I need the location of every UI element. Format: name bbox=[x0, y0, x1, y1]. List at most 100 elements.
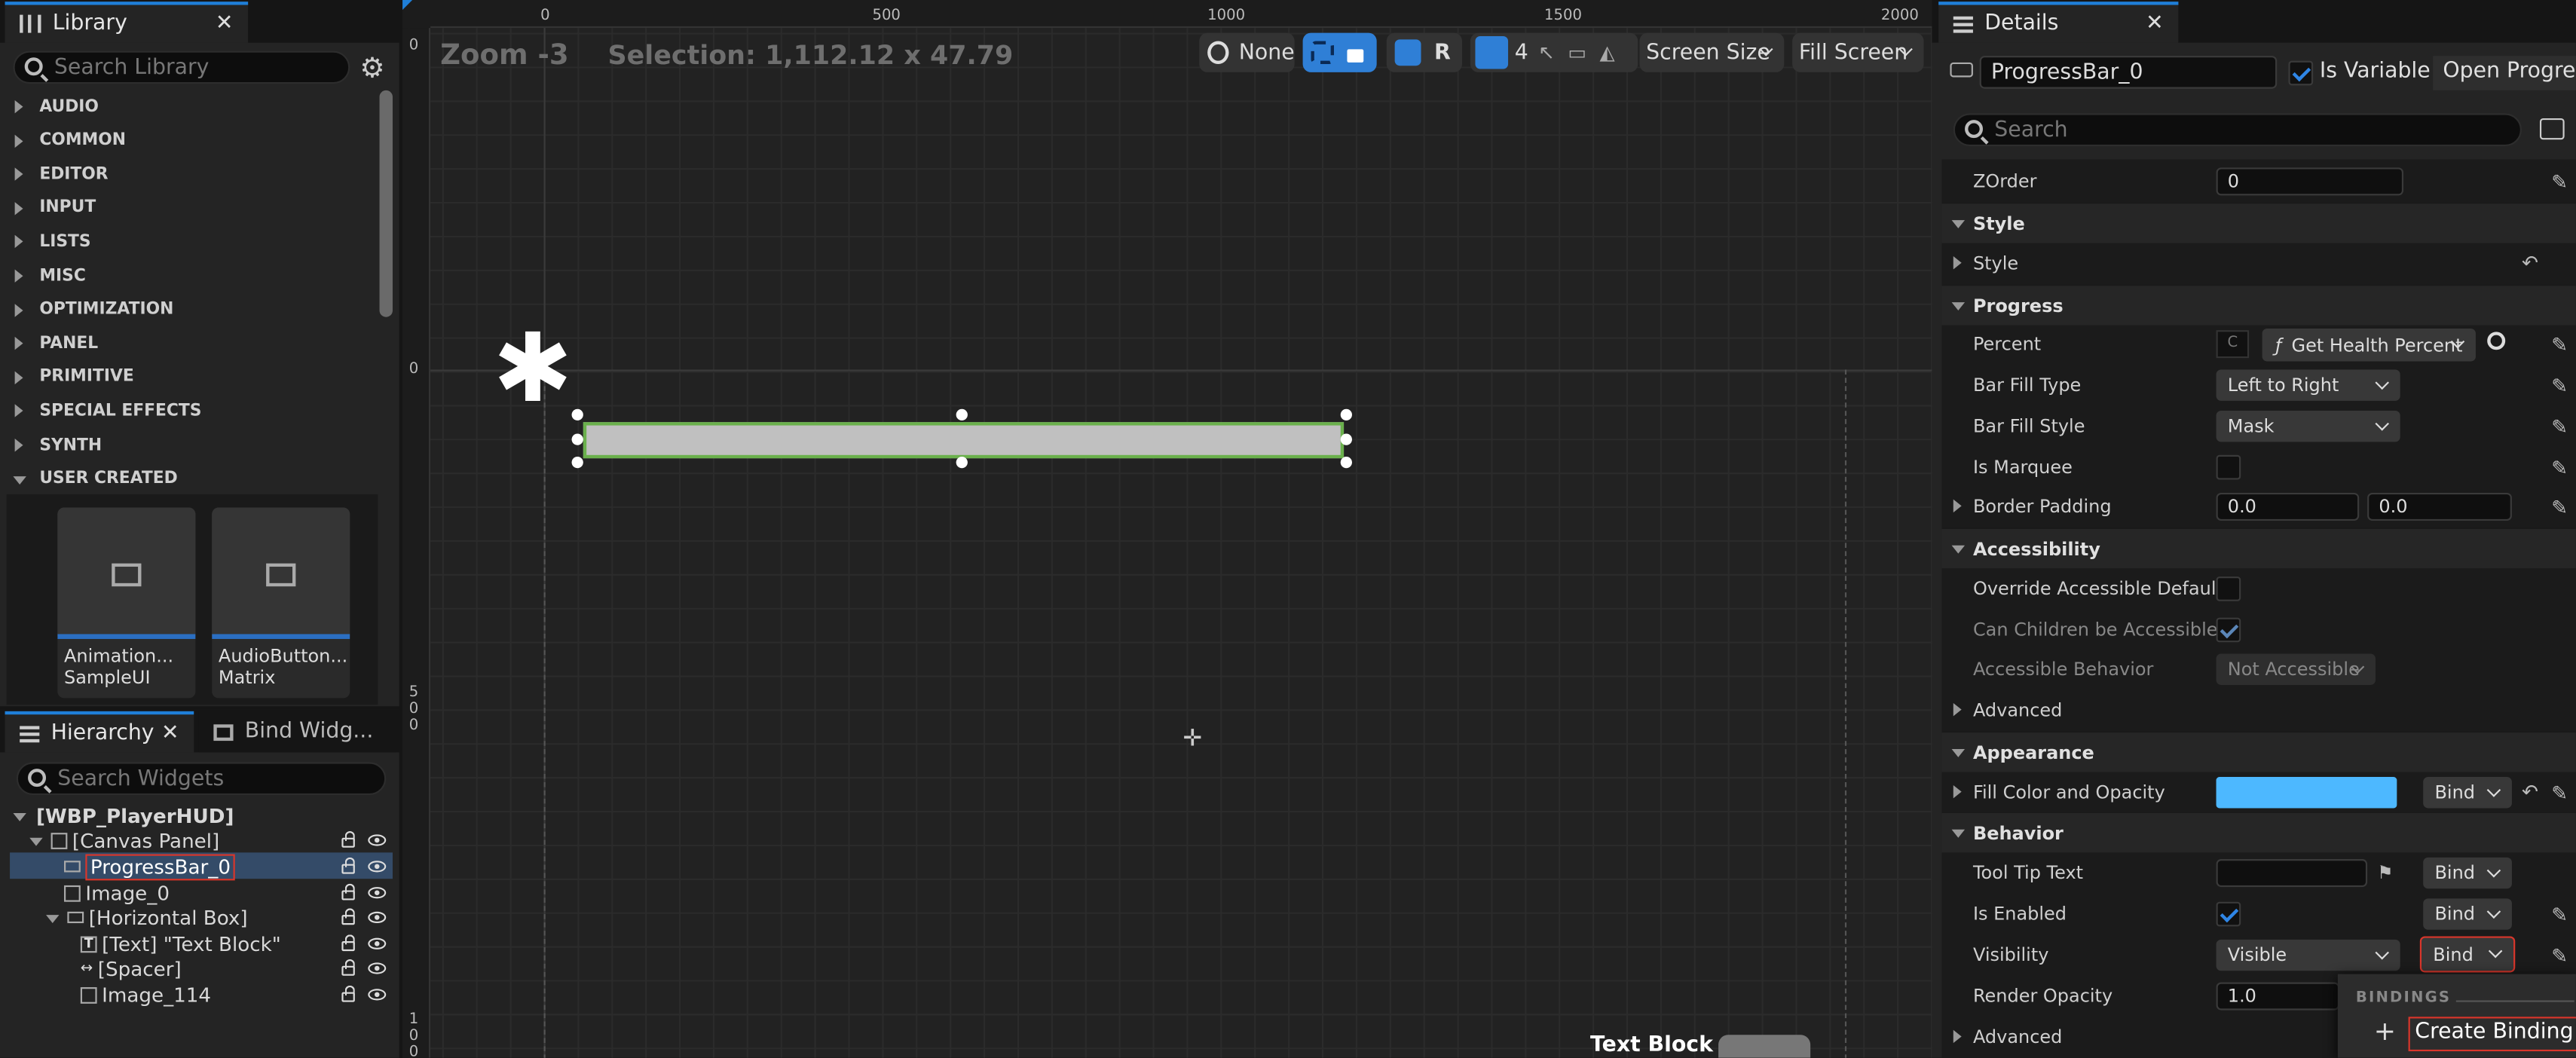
expand-arrow-icon[interactable] bbox=[1953, 1029, 1962, 1044]
lock-icon[interactable] bbox=[341, 985, 355, 1002]
hierarchy-item-text[interactable]: T [Text] "Text Block" bbox=[0, 931, 394, 956]
resize-handle[interactable] bbox=[1340, 433, 1352, 445]
image-widget[interactable] bbox=[1718, 1035, 1811, 1058]
hierarchy-item-spacer[interactable]: ↔ [Spacer] bbox=[0, 956, 394, 981]
library-category[interactable]: AUDIO bbox=[0, 90, 378, 124]
screen-size-dropdown[interactable]: Screen Size bbox=[1639, 32, 1785, 72]
details-search-input[interactable]: Search bbox=[1953, 113, 2522, 147]
close-icon[interactable]: ✕ bbox=[2146, 11, 2164, 36]
resize-handle[interactable] bbox=[956, 408, 968, 421]
bind-dropdown[interactable]: Bind bbox=[2423, 777, 2512, 809]
hierarchy-item-root[interactable]: [WBP_PlayerHUD] bbox=[0, 803, 394, 828]
library-category[interactable]: MISC bbox=[0, 259, 378, 292]
marquee-select-icon[interactable] bbox=[1311, 41, 1334, 65]
close-icon[interactable]: ✕ bbox=[161, 721, 179, 746]
details-tab[interactable]: Details ✕ bbox=[1938, 2, 2179, 43]
hierarchy-item-progressbar[interactable]: ProgressBar_0 bbox=[0, 853, 394, 880]
expand-arrow-icon[interactable] bbox=[1953, 499, 1962, 513]
bind-property-icon[interactable]: ✎ bbox=[2551, 782, 2571, 806]
progress-bar-widget[interactable] bbox=[583, 422, 1345, 459]
gear-icon[interactable]: ⚙ bbox=[359, 53, 384, 86]
text-block-widget[interactable]: Text Block bbox=[1590, 1033, 1713, 1058]
eye-icon[interactable] bbox=[368, 834, 387, 846]
eye-icon[interactable] bbox=[368, 887, 387, 899]
resize-handle[interactable] bbox=[571, 433, 583, 445]
percent-binding-dropdown[interactable]: ƒ Get Health Percent bbox=[2262, 328, 2476, 362]
lock-icon[interactable] bbox=[341, 934, 355, 952]
expand-arrow-icon[interactable] bbox=[29, 837, 43, 846]
flag-icon[interactable]: ⚑ bbox=[2377, 862, 2394, 883]
visibility-dropdown[interactable]: Visible bbox=[2216, 939, 2400, 971]
zorder-input[interactable]: 0 bbox=[2216, 167, 2404, 196]
percent-value-field[interactable]: C bbox=[2216, 330, 2250, 359]
style-row[interactable]: Style ↶ bbox=[1942, 243, 2576, 284]
resize-handle[interactable] bbox=[1340, 456, 1352, 469]
library-category[interactable]: INPUT bbox=[0, 192, 378, 225]
eye-icon[interactable] bbox=[368, 861, 387, 873]
expand-arrow-icon[interactable] bbox=[1953, 256, 1962, 270]
bind-property-icon[interactable]: ✎ bbox=[2551, 171, 2571, 194]
library-category[interactable]: OPTIMIZATION bbox=[0, 293, 378, 326]
anchor-icon[interactable]: ✱ bbox=[493, 320, 573, 415]
bind-dropdown[interactable]: Bind bbox=[2423, 857, 2512, 889]
fill-screen-dropdown[interactable]: Fill Screen bbox=[1792, 32, 1924, 72]
library-category[interactable]: COMMON bbox=[0, 124, 378, 157]
layout-icon[interactable] bbox=[1394, 39, 1421, 66]
bind-property-icon[interactable]: ✎ bbox=[2551, 457, 2571, 480]
snap-toggle-group[interactable] bbox=[1302, 32, 1377, 72]
pointer-icon[interactable]: ↖ bbox=[1538, 41, 1555, 64]
triangle-icon[interactable]: ◭ bbox=[1599, 41, 1614, 64]
property-matrix-icon[interactable] bbox=[2539, 118, 2565, 140]
is-variable-checkbox[interactable] bbox=[2288, 60, 2314, 86]
resize-handle[interactable] bbox=[571, 456, 583, 469]
respect-locks-group[interactable]: R bbox=[1386, 32, 1463, 72]
grid-icon[interactable] bbox=[1475, 35, 1509, 69]
hierarchy-item-horizontal-box[interactable]: [Horizontal Box] bbox=[0, 905, 394, 930]
bind-property-icon[interactable]: ✎ bbox=[2551, 496, 2571, 519]
eye-icon[interactable] bbox=[368, 911, 387, 924]
bind-property-icon[interactable]: ✎ bbox=[2551, 904, 2571, 927]
eye-icon[interactable] bbox=[368, 962, 387, 974]
library-tab[interactable]: Library ✕ bbox=[5, 2, 249, 43]
library-category[interactable]: EDITOR bbox=[0, 158, 378, 191]
expand-arrow-icon[interactable] bbox=[1953, 702, 1962, 717]
bar-fill-style-dropdown[interactable]: Mask bbox=[2216, 410, 2400, 442]
bind-property-icon[interactable]: ✎ bbox=[2551, 415, 2571, 439]
library-category[interactable]: PRIMITIVE bbox=[0, 361, 378, 394]
image-mode-icon[interactable]: ▭ bbox=[1568, 41, 1586, 64]
progress-section-header[interactable]: Progress bbox=[1941, 284, 2576, 326]
lock-icon[interactable] bbox=[1347, 49, 1364, 63]
expand-arrow-icon[interactable] bbox=[13, 813, 26, 821]
hierarchy-search-input[interactable]: Search Widgets bbox=[16, 762, 387, 796]
library-scrollbar[interactable] bbox=[379, 90, 393, 317]
hierarchy-item-image[interactable]: Image_0 bbox=[0, 880, 394, 905]
bind-property-icon[interactable]: ✎ bbox=[2551, 944, 2571, 968]
expand-arrow-icon[interactable] bbox=[46, 915, 60, 924]
localization-none-button[interactable]: None bbox=[1199, 32, 1295, 72]
is-enabled-checkbox[interactable] bbox=[2216, 901, 2241, 927]
bind-property-icon[interactable]: ✎ bbox=[2551, 333, 2571, 356]
lock-icon[interactable] bbox=[341, 830, 355, 848]
grid-snap-group[interactable]: 4 ↖ ▭ ◭ bbox=[1470, 32, 1638, 72]
override-accessible-checkbox[interactable] bbox=[2216, 576, 2241, 601]
resize-handle[interactable] bbox=[1340, 408, 1352, 421]
resize-handle[interactable] bbox=[956, 456, 968, 469]
lock-icon[interactable] bbox=[341, 857, 355, 874]
visibility-bind-dropdown[interactable]: Bind bbox=[2419, 936, 2516, 973]
reset-arrow-icon[interactable]: ↶ bbox=[2522, 780, 2541, 803]
reset-arrow-icon[interactable]: ↶ bbox=[2522, 252, 2541, 275]
hierarchy-item-canvas-panel[interactable]: [Canvas Panel] bbox=[0, 828, 394, 853]
expand-arrow-icon[interactable] bbox=[1953, 784, 1962, 799]
is-marquee-checkbox[interactable] bbox=[2216, 454, 2241, 480]
lock-icon[interactable] bbox=[341, 883, 355, 901]
library-category[interactable]: SYNTH bbox=[0, 429, 378, 462]
fill-color-swatch[interactable] bbox=[2216, 777, 2397, 809]
open-progress-button[interactable]: Open Progress bbox=[2433, 56, 2576, 90]
eye-icon[interactable] bbox=[368, 989, 387, 1001]
bind-widgets-tab[interactable]: Bind Widg... bbox=[198, 711, 396, 753]
tooltip-input[interactable] bbox=[2216, 859, 2368, 888]
library-category[interactable]: PANEL bbox=[0, 327, 378, 360]
widget-tile[interactable]: Animation... SampleUI bbox=[57, 507, 196, 699]
border-padding-row[interactable]: Border Padding 0.0 0.0 ✎ bbox=[1942, 486, 2576, 527]
accessibility-section-header[interactable]: Accessibility bbox=[1941, 527, 2576, 569]
